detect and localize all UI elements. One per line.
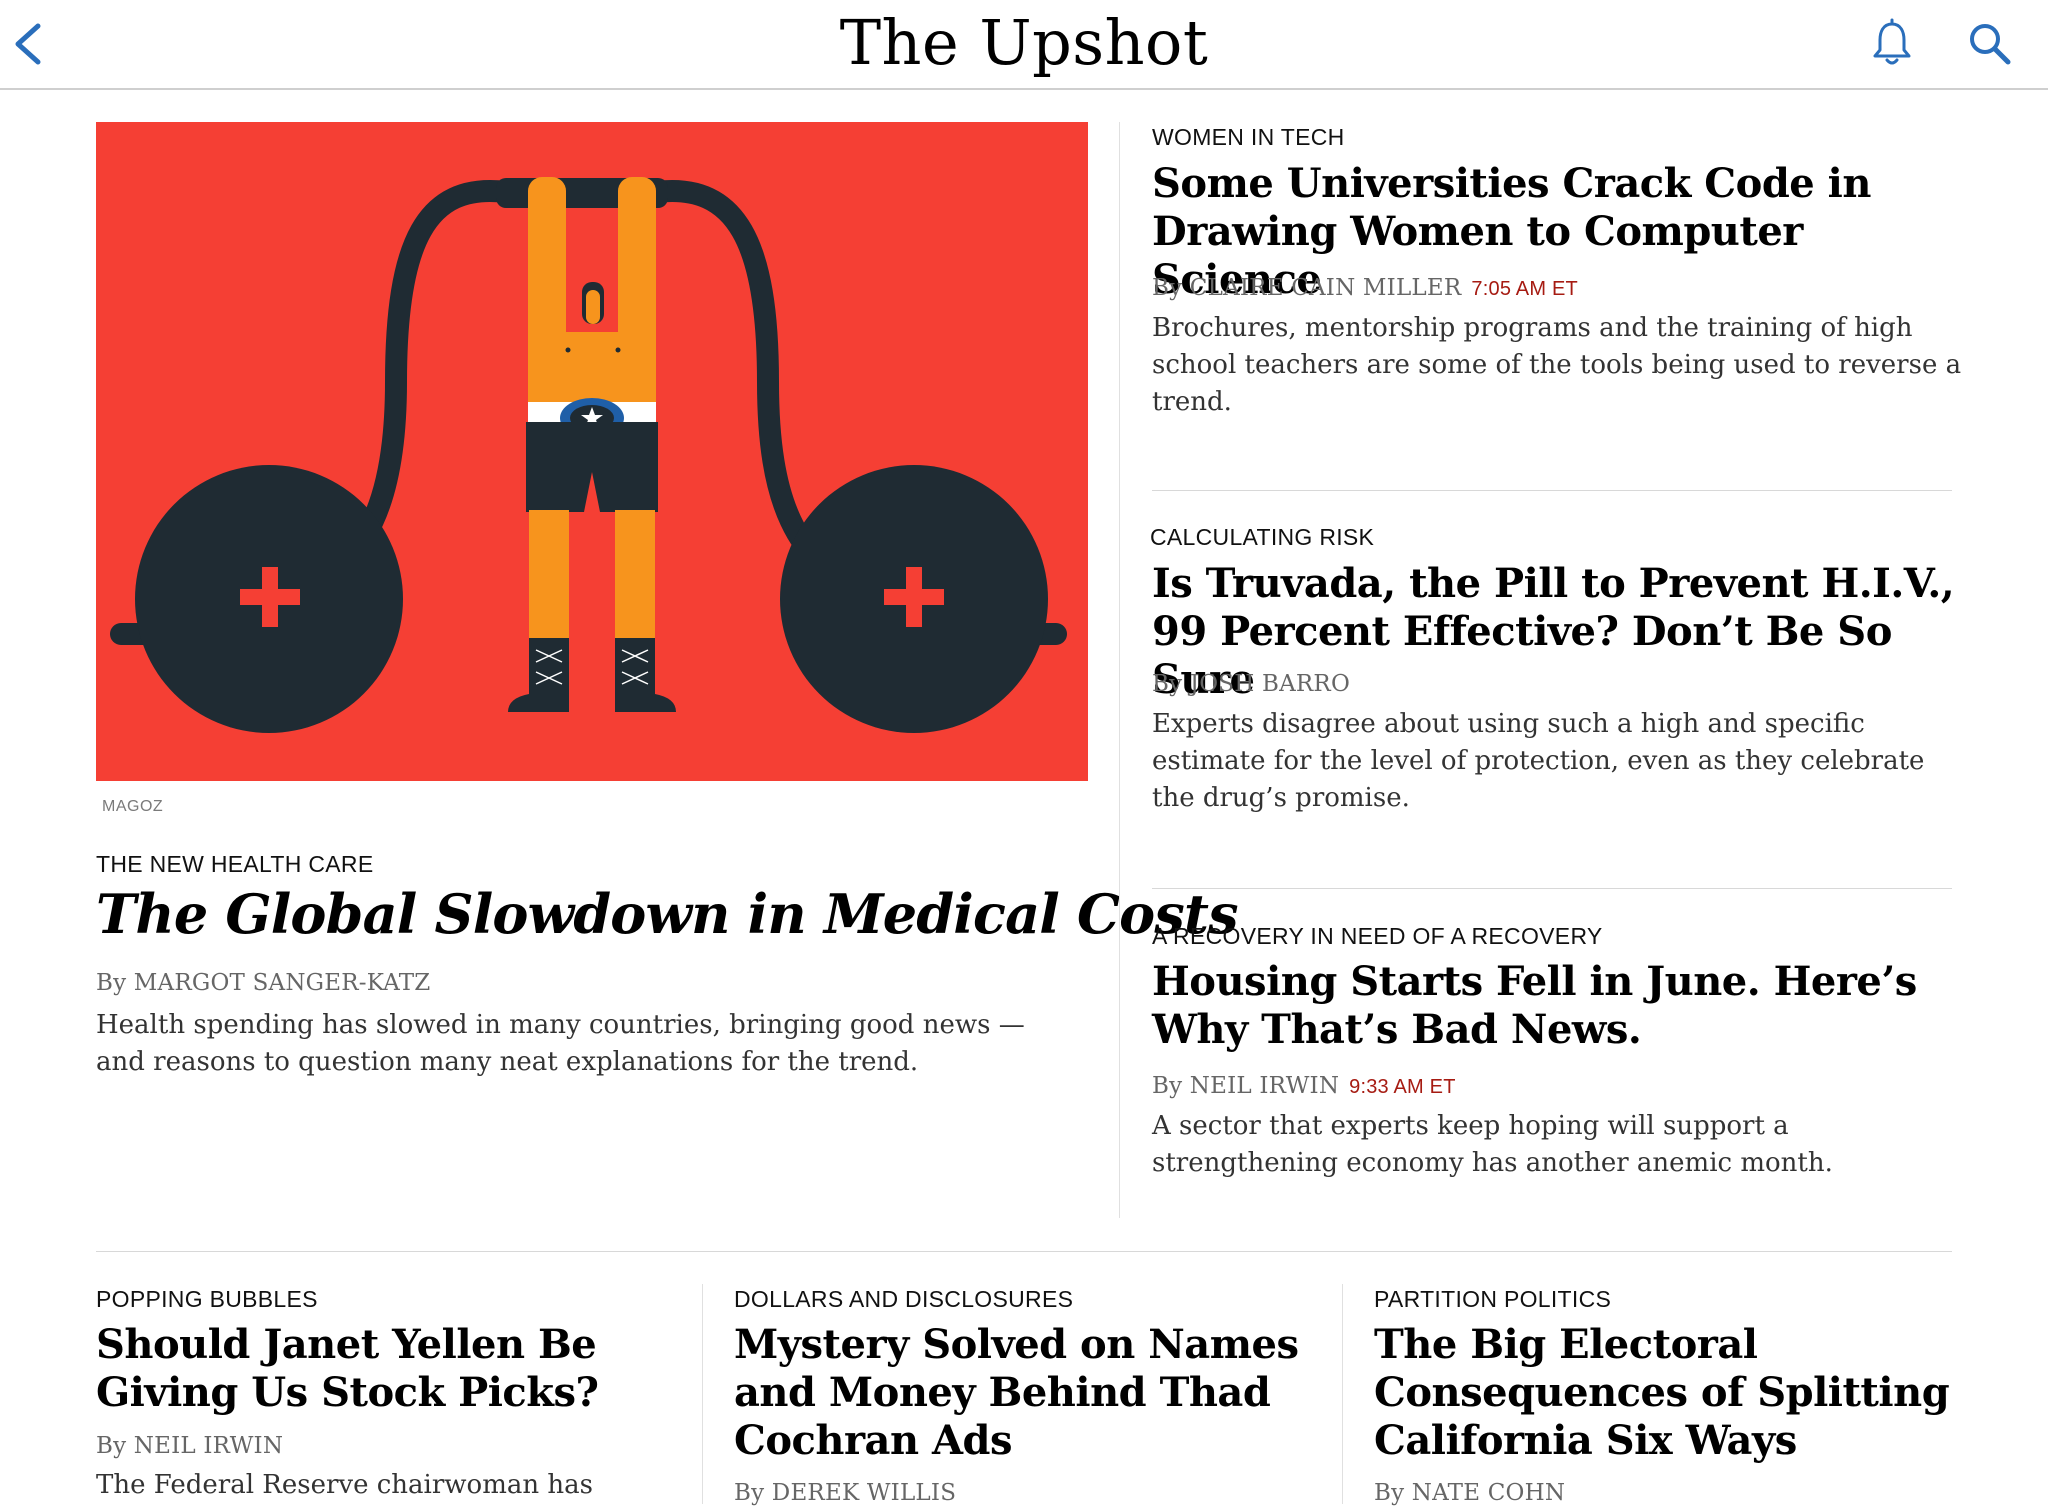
story-kicker[interactable]: DOLLARS AND DISCLOSURES [734, 1286, 1073, 1313]
lead-kicker[interactable]: THE NEW HEALTH CARE [96, 851, 373, 878]
story-headline[interactable]: The Big Electoral Consequences of Splitt… [1374, 1321, 1954, 1465]
search-button[interactable] [1966, 18, 2014, 68]
notifications-button[interactable] [1870, 18, 1914, 68]
story-byline: By DEREK WILLIS [734, 1480, 957, 1506]
byline-author: By NEIL IRWIN [1152, 1073, 1340, 1099]
story-byline: By JOSH BARRO [1152, 671, 1351, 697]
story-headline[interactable]: Mystery Solved on Names and Money Behind… [734, 1321, 1334, 1465]
story-byline: By CLAIRE CAIN MILLER 7:05 AM ET [1152, 275, 1578, 301]
story-byline: By NEIL IRWIN [96, 1433, 284, 1459]
weightlifter-illustration [96, 122, 1088, 781]
story-summary: Experts disagree about using such a high… [1152, 709, 1925, 813]
column-divider [1342, 1284, 1343, 1504]
story-kicker[interactable]: CALCULATING RISK [1150, 524, 1374, 551]
story-byline: By NATE COHN [1374, 1480, 1566, 1506]
story-summary: Brochures, mentorship programs and the t… [1152, 313, 1962, 417]
page-title: The Upshot [839, 6, 1209, 79]
section-divider [96, 1251, 1952, 1252]
lead-illustration[interactable] [96, 122, 1088, 781]
story-summary: A sector that experts keep hoping will s… [1152, 1111, 1833, 1178]
top-bar: The Upshot [0, 0, 2048, 90]
story-byline: By NEIL IRWIN 9:33 AM ET [1152, 1073, 1456, 1099]
story-kicker[interactable]: POPPING BUBBLES [96, 1286, 318, 1313]
image-credit: MAGOZ [102, 798, 164, 815]
lead-summary: Health spending has slowed in many count… [96, 1010, 1025, 1077]
lead-byline: By MARGOT SANGER-KATZ [96, 970, 431, 996]
story-summary: The Federal Reserve chairwoman has [96, 1470, 593, 1500]
story-kicker[interactable]: WOMEN IN TECH [1152, 124, 1345, 151]
byline-author: By CLAIRE CAIN MILLER [1152, 275, 1462, 301]
lead-headline[interactable]: The Global Slowdown in Medical Costs [96, 882, 1239, 946]
story-timestamp: 9:33 AM ET [1349, 1076, 1456, 1098]
story-headline[interactable]: Should Janet Yellen Be Giving Us Stock P… [96, 1321, 716, 1417]
bell-icon [1873, 18, 1911, 65]
story-kicker[interactable]: A RECOVERY IN NEED OF A RECOVERY [1152, 923, 1603, 950]
story-kicker[interactable]: PARTITION POLITICS [1374, 1286, 1611, 1313]
story-divider [1152, 888, 1952, 889]
story-headline[interactable]: Housing Starts Fell in June. Here’s Why … [1152, 958, 1972, 1054]
story-divider [1152, 490, 1952, 491]
search-icon [1970, 24, 2011, 65]
story-timestamp: 7:05 AM ET [1471, 278, 1578, 300]
column-divider [1119, 122, 1120, 1218]
